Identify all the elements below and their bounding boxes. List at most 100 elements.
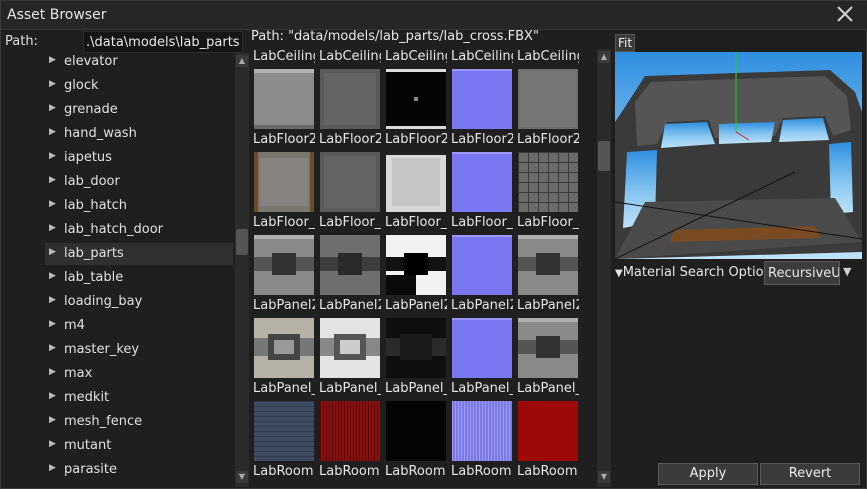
tree-item[interactable]: ▶ loading_bay — [45, 291, 233, 313]
asset-thumbnail[interactable]: LabFloor_ — [317, 215, 381, 297]
grid-scroll-thumb[interactable] — [598, 141, 610, 171]
asset-thumbnail[interactable]: LabRoom — [515, 464, 579, 484]
fit-button[interactable]: Fit — [615, 34, 635, 52]
expand-arrow-icon[interactable]: ▶ — [49, 391, 56, 401]
expand-arrow-icon[interactable]: ▶ — [49, 343, 56, 353]
expand-arrow-icon[interactable]: ▶ — [49, 223, 56, 233]
tree-item[interactable]: ▶ parasite — [45, 459, 233, 481]
expand-arrow-icon[interactable]: ▶ — [49, 127, 56, 137]
tree-scrollbar[interactable]: ▲ ▼ — [235, 53, 249, 487]
asset-thumbnail[interactable]: LabPanel_ — [383, 381, 447, 463]
expand-arrow-icon[interactable]: ▶ — [49, 247, 56, 257]
asset-thumbnail[interactable]: LabPanel_ — [515, 381, 579, 463]
tree-item[interactable]: ▶ master_key — [45, 339, 233, 361]
texture-preview — [452, 318, 512, 378]
tree-item[interactable]: ▶ hand_wash — [45, 123, 233, 145]
revert-button[interactable]: Revert — [760, 463, 860, 485]
tree-item-label: master_key — [64, 342, 140, 357]
scroll-up-icon[interactable]: ▲ — [236, 55, 248, 67]
asset-thumbnail[interactable]: LabFloor2 — [317, 132, 381, 214]
asset-thumbnail[interactable]: LabFloor2 — [449, 132, 513, 214]
tree-item[interactable]: ▶ lab_parts — [45, 243, 233, 265]
asset-thumbnail[interactable]: LabCeiling — [251, 49, 315, 131]
asset-thumbnail[interactable]: LabFloor2 — [515, 132, 579, 214]
asset-thumbnail[interactable]: LabFloor_ — [251, 215, 315, 297]
asset-thumbnail[interactable]: LabCeiling — [317, 49, 381, 131]
asset-thumbnail[interactable]: LabFloor2 — [383, 132, 447, 214]
model-preview-viewport[interactable] — [615, 52, 862, 259]
asset-thumbnail[interactable]: LabCeiling — [515, 49, 579, 131]
asset-thumbnail[interactable]: LabFloor_ — [449, 215, 513, 297]
expand-arrow-icon[interactable]: ▶ — [49, 367, 56, 377]
scroll-down-icon[interactable]: ▼ — [236, 471, 248, 483]
tree-item[interactable]: ▶ medkit — [45, 387, 233, 409]
expand-arrow-icon[interactable]: ▼ — [615, 268, 623, 279]
expand-arrow-icon[interactable]: ▶ — [49, 439, 56, 449]
texture-preview — [386, 69, 446, 129]
asset-path: Path: "data/models/lab_parts/lab_cross.F… — [251, 29, 539, 44]
tree-item[interactable]: ▶ m4 — [45, 315, 233, 337]
expand-arrow-icon[interactable]: ▶ — [49, 103, 56, 113]
path-input[interactable]: .\data\models\lab_parts — [83, 31, 243, 53]
expand-arrow-icon[interactable]: ▶ — [49, 271, 56, 281]
expand-arrow-icon[interactable]: ▶ — [49, 463, 56, 473]
tree-item-label: lab_table — [64, 270, 124, 285]
texture-preview — [386, 401, 446, 461]
expand-arrow-icon[interactable]: ▶ — [49, 79, 56, 89]
texture-preview — [518, 318, 578, 378]
tree-scroll-thumb[interactable] — [236, 229, 248, 255]
tree-item[interactable]: ▶ glock — [45, 75, 233, 97]
expand-arrow-icon[interactable]: ▶ — [49, 175, 56, 185]
tree-item[interactable]: ▶ lab_door — [45, 171, 233, 193]
asset-thumbnail[interactable]: LabFloor_ — [383, 215, 447, 297]
tree-item[interactable]: ▶ mutant — [45, 435, 233, 457]
asset-name: LabCeiling — [319, 49, 381, 64]
close-icon[interactable] — [834, 3, 856, 25]
tree-item[interactable]: ▶ mesh_fence — [45, 411, 233, 433]
tree-item[interactable]: ▶ grenade — [45, 99, 233, 121]
folder-tree: ▶ elevator ▶ glock ▶ grenade ▶ hand_wash ▶ iapetu… — [1, 51, 233, 487]
expand-arrow-icon[interactable]: ▶ — [49, 415, 56, 425]
texture-preview — [254, 69, 314, 129]
asset-thumbnail[interactable]: LabPanel_ — [449, 381, 513, 463]
tree-item[interactable]: ▶ elevator — [45, 51, 233, 73]
grid-scrollbar[interactable]: ▲ ▼ — [597, 49, 611, 487]
asset-name: LabFloor2 — [385, 132, 447, 147]
tree-item[interactable]: ▶ lab_hatch — [45, 195, 233, 217]
asset-name: LabCeiling — [517, 49, 579, 64]
expand-arrow-icon[interactable]: ▶ — [49, 295, 56, 305]
asset-thumbnail[interactable]: LabPanel2 — [317, 298, 381, 380]
tree-item[interactable]: ▶ max — [45, 363, 233, 385]
asset-thumbnail[interactable]: LabRoom — [317, 464, 381, 484]
asset-thumbnail[interactable]: LabPanel2 — [383, 298, 447, 380]
tree-item[interactable]: ▶ lab_hatch_door — [45, 219, 233, 241]
asset-name: LabRoom — [451, 464, 512, 479]
expand-arrow-icon[interactable]: ▶ — [49, 55, 56, 65]
asset-thumbnail[interactable]: LabRoom — [383, 464, 447, 484]
asset-thumbnail[interactable]: LabPanel2 — [515, 298, 579, 380]
asset-name: LabPanel2 — [517, 298, 579, 313]
dropdown-arrow-icon[interactable]: ▼ — [843, 265, 851, 278]
asset-thumbnail[interactable]: LabPanel_ — [251, 381, 315, 463]
asset-thumbnail[interactable]: LabPanel2 — [251, 298, 315, 380]
tree-item[interactable]: ▶ iapetus — [45, 147, 233, 169]
apply-button[interactable]: Apply — [658, 463, 758, 485]
asset-name: LabRoom — [517, 464, 578, 479]
asset-thumbnail[interactable]: LabCeiling — [383, 49, 447, 131]
asset-thumbnail[interactable]: LabPanel2 — [449, 298, 513, 380]
material-search-select[interactable]: RecursiveU — [764, 261, 840, 285]
scroll-up-icon[interactable]: ▲ — [598, 51, 610, 63]
asset-name: LabFloor2 — [319, 132, 381, 147]
asset-thumbnail[interactable]: LabRoom — [449, 464, 513, 484]
asset-name: LabRoom — [319, 464, 380, 479]
expand-arrow-icon[interactable]: ▶ — [49, 319, 56, 329]
asset-thumbnail[interactable]: LabFloor2 — [251, 132, 315, 214]
expand-arrow-icon[interactable]: ▶ — [49, 199, 56, 209]
scroll-down-icon[interactable]: ▼ — [598, 471, 610, 483]
asset-thumbnail[interactable]: LabCeiling — [449, 49, 513, 131]
tree-item[interactable]: ▶ lab_table — [45, 267, 233, 289]
asset-thumbnail[interactable]: LabRoom — [251, 464, 315, 484]
expand-arrow-icon[interactable]: ▶ — [49, 151, 56, 161]
asset-thumbnail[interactable]: LabFloor_ — [515, 215, 579, 297]
asset-thumbnail[interactable]: LabPanel_ — [317, 381, 381, 463]
